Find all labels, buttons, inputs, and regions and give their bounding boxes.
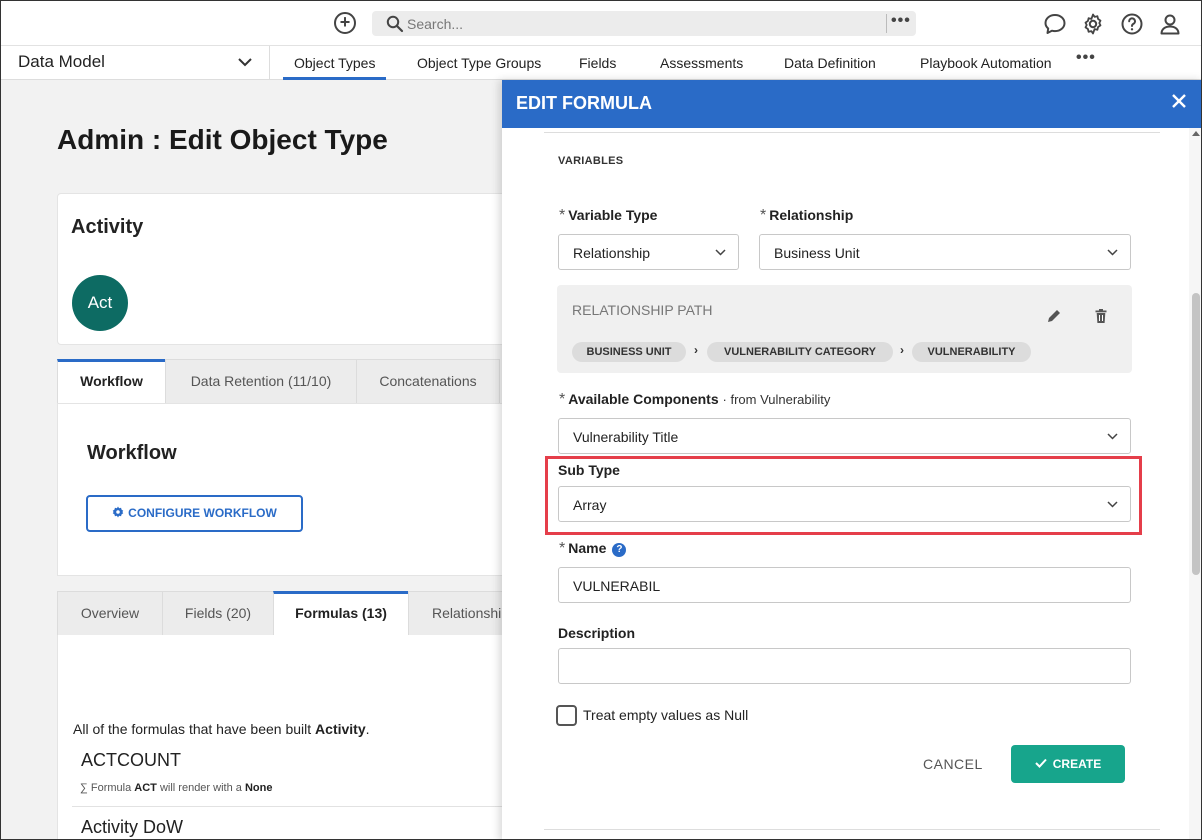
module-title[interactable]: Data Model — [18, 52, 105, 72]
search-icon — [386, 15, 404, 33]
sub-type-label: Sub Type — [558, 462, 620, 478]
page-title: Admin : Edit Object Type — [57, 124, 388, 155]
available-components-value: Vulnerability Title — [573, 429, 679, 445]
search-divider — [886, 14, 887, 33]
detail-tabs: Overview Fields (20) Formulas (13) Relat… — [57, 591, 518, 636]
name-input[interactable]: VULNERABIL — [558, 567, 1131, 603]
tab-formulas[interactable]: Formulas (13) — [273, 591, 409, 636]
add-icon[interactable]: + — [334, 12, 356, 34]
formula-description: ∑ Formula ACT will render with a None — [80, 782, 273, 794]
formulas-intro: All of the formulas that have been built… — [73, 721, 370, 737]
path-chip: VULNERABILITY — [912, 342, 1031, 362]
description-label: Description — [558, 625, 636, 641]
app-frame: + Search... ••• Data Model Object Types … — [0, 0, 1202, 840]
workflow-title: Workflow — [87, 442, 177, 464]
available-components-label: * Available Components · from Vulnerabili… — [559, 391, 831, 408]
nav-bar: Data Model Object Types Object Type Grou… — [1, 45, 1201, 80]
nav-more-icon[interactable]: ••• — [1076, 49, 1096, 67]
relationship-select[interactable]: Business Unit — [759, 234, 1131, 270]
object-card: Activity Act — [57, 193, 517, 345]
trash-icon[interactable] — [1093, 308, 1109, 324]
tab-object-types[interactable]: Object Types — [283, 55, 387, 80]
tab-workflow[interactable]: Workflow — [57, 359, 166, 404]
divider — [544, 829, 1160, 830]
sub-type-value: Array — [573, 497, 607, 513]
available-components-select[interactable]: Vulnerability Title — [558, 418, 1131, 454]
panel-title: EDIT FORMULA — [516, 93, 652, 113]
path-chip: VULNERABILITY CATEGORY — [707, 342, 893, 362]
search-more-icon[interactable]: ••• — [891, 12, 911, 30]
configure-workflow-label: CONFIGURE WORKFLOW — [128, 506, 277, 520]
search-input[interactable]: Search... — [407, 16, 463, 32]
chevron-down-icon — [715, 249, 726, 256]
relationship-path-box: RELATIONSHIP PATH BUSINESS UNIT › VULNER… — [557, 285, 1132, 373]
configure-workflow-button[interactable]: CONFIGURE WORKFLOW — [86, 495, 303, 532]
help-icon[interactable]: ? — [612, 543, 627, 557]
workflow-card: Workflow CONFIGURE WORKFLOW — [57, 403, 517, 576]
tab-fields[interactable]: Fields — [579, 55, 616, 71]
chevron-down-icon — [1107, 501, 1118, 508]
scrollbar-thumb[interactable] — [1192, 293, 1200, 575]
tab-data-retention[interactable]: Data Retention (11/10) — [165, 359, 357, 404]
gear-icon — [112, 506, 124, 518]
treat-empty-label: Treat empty values as Null — [583, 707, 749, 723]
name-value: VULNERABIL — [573, 578, 661, 594]
path-chip: BUSINESS UNIT — [572, 342, 686, 362]
formula-name[interactable]: ACTCOUNT — [81, 750, 181, 771]
tab-object-type-groups[interactable]: Object Type Groups — [417, 55, 541, 71]
name-label: * Name? — [559, 540, 627, 558]
relationship-path-title: RELATIONSHIP PATH — [572, 302, 713, 318]
variable-type-label: * Variable Type — [559, 207, 658, 224]
object-name: Activity — [71, 216, 144, 238]
divider — [544, 132, 1160, 133]
create-label: CREATE — [1052, 757, 1102, 771]
relationship-label: * Relationship — [760, 207, 854, 224]
scroll-up-icon[interactable] — [1192, 131, 1200, 136]
description-input[interactable] — [558, 648, 1131, 684]
sub-type-select[interactable]: Array — [558, 486, 1131, 522]
tab-playbook-automation[interactable]: Playbook Automation — [920, 55, 1052, 71]
search-bar[interactable]: Search... ••• — [372, 11, 916, 36]
scrollbar[interactable] — [1189, 128, 1201, 839]
pencil-icon[interactable] — [1046, 308, 1062, 324]
formula-name[interactable]: Activity DoW — [81, 817, 183, 838]
tab-assessments[interactable]: Assessments — [660, 55, 743, 71]
panel-header: EDIT FORMULA — [502, 80, 1201, 128]
cancel-button[interactable]: CANCEL — [923, 756, 983, 772]
edit-formula-panel: EDIT FORMULA VARIABLES * Variable Type Re… — [502, 80, 1201, 839]
create-button[interactable]: CREATE — [1011, 745, 1125, 783]
chevron-down-icon — [1107, 433, 1118, 440]
close-icon[interactable] — [1171, 93, 1187, 109]
tab-overview[interactable]: Overview — [57, 591, 163, 636]
avatar: Act — [72, 275, 128, 331]
chevron-down-icon — [1107, 249, 1118, 256]
tab-concatenations[interactable]: Concatenations — [356, 359, 500, 404]
nav-divider — [269, 46, 270, 80]
check-icon — [1035, 758, 1047, 768]
object-tabs: Workflow Data Retention (11/10) Concaten… — [57, 359, 517, 404]
chevron-down-icon[interactable] — [238, 57, 252, 67]
treat-empty-checkbox[interactable] — [556, 705, 577, 726]
chat-icon[interactable] — [1043, 12, 1067, 36]
tab-data-definition[interactable]: Data Definition — [784, 55, 876, 71]
formulas-card: All of the formulas that have been built… — [57, 635, 518, 839]
path-separator: › — [900, 343, 904, 357]
variables-section-label: VARIABLES — [558, 155, 624, 167]
variable-type-value: Relationship — [573, 245, 651, 261]
tab-fields-20[interactable]: Fields (20) — [162, 591, 274, 636]
gear-icon[interactable] — [1081, 12, 1105, 36]
user-icon[interactable] — [1158, 12, 1182, 36]
path-separator: › — [694, 343, 698, 357]
help-icon[interactable] — [1120, 12, 1144, 36]
top-bar: + Search... ••• — [1, 1, 1201, 45]
divider — [72, 806, 518, 807]
relationship-value: Business Unit — [774, 245, 860, 261]
variable-type-select[interactable]: Relationship — [558, 234, 739, 270]
